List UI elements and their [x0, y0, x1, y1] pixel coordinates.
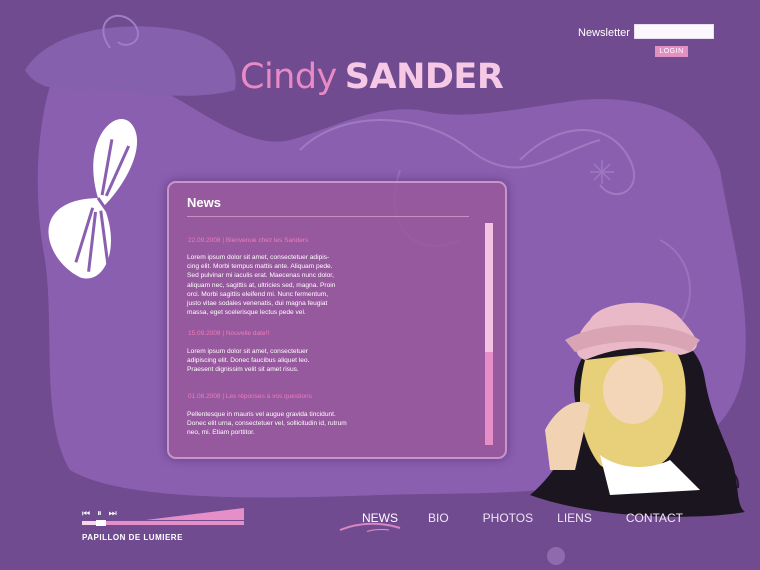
nav-item-contact[interactable]: CONTACT	[626, 511, 683, 525]
track-progress-handle[interactable]	[96, 520, 107, 526]
news-title: News	[187, 195, 221, 210]
news-item-body: Lorem ipsum dolor sit amet, consectetuer…	[187, 348, 310, 374]
music-player-controls: ⏮ ⏸ ⏭	[82, 508, 117, 520]
skip-forward-icon[interactable]: ⏭	[109, 508, 117, 520]
login-button[interactable]: LOGIN	[655, 46, 688, 57]
pause-icon[interactable]: ⏸	[97, 508, 102, 520]
nav-active-underline	[366, 529, 390, 532]
track-title: PAPILLON DE LUMIERE	[82, 533, 183, 542]
page: Newsletter LOGIN Cindy SANDER News 22.09.…	[0, 0, 760, 570]
main-navigation: NEWS BIO PHOTOS LIENS CONTACT	[362, 511, 683, 525]
news-divider	[187, 216, 469, 217]
newsletter-email-input[interactable]	[634, 24, 714, 39]
news-item-body: Pellentesque in mauris vel augue gravida…	[187, 411, 347, 437]
news-item-header[interactable]: 22.09.2008 | Bienvenue chez les Sanders	[188, 237, 308, 244]
newsletter-label: Newsletter	[578, 27, 630, 39]
news-item-body: Lorem ipsum dolor sit amet, consectetuer…	[187, 254, 336, 317]
nav-item-liens[interactable]: LIENS	[557, 511, 592, 525]
logo-first-name: Cindy	[240, 57, 337, 97]
site-logo[interactable]: Cindy SANDER	[240, 57, 504, 97]
news-item-header[interactable]: 01.08.2008 | Les réponses à vos question…	[188, 393, 312, 400]
nav-item-news[interactable]: NEWS	[362, 511, 398, 525]
nav-item-bio[interactable]: BIO	[428, 511, 449, 525]
nav-item-photos[interactable]: PHOTOS	[483, 511, 533, 525]
news-scrollbar-thumb[interactable]	[485, 223, 493, 352]
news-panel: News 22.09.2008 | Bienvenue chez les San…	[167, 181, 507, 459]
volume-slider[interactable]	[146, 508, 244, 520]
track-progress-bar[interactable]	[82, 520, 244, 526]
skip-back-icon[interactable]: ⏮	[82, 508, 90, 520]
news-item-header[interactable]: 15.09.2008 | Nouvelle date!!	[188, 330, 269, 337]
logo-last-name: SANDER	[344, 57, 504, 97]
